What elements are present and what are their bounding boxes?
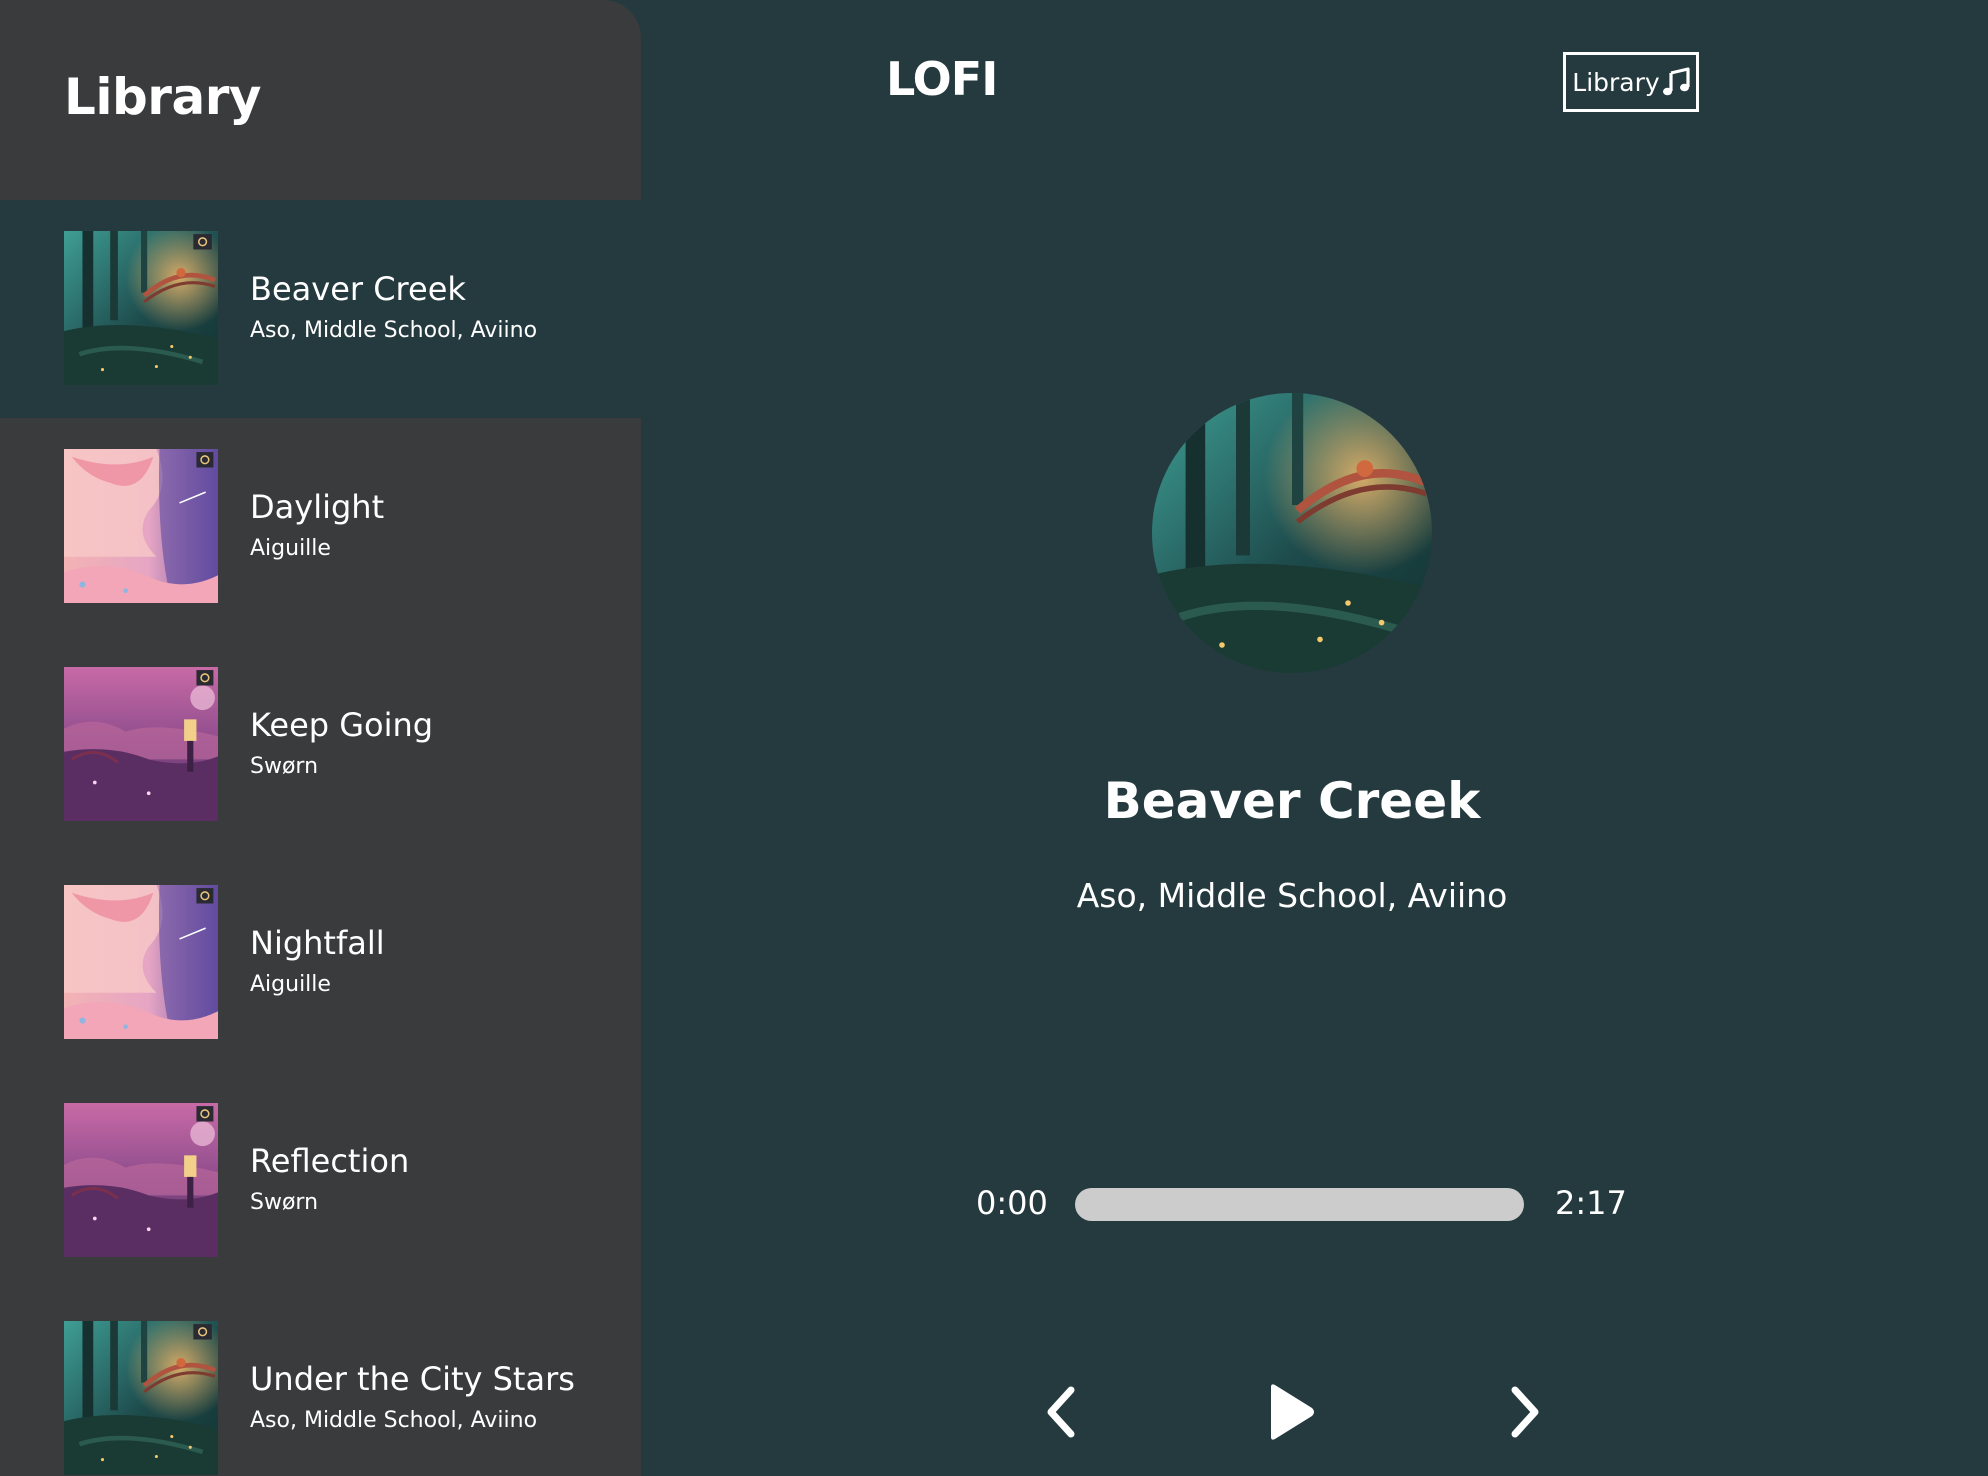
track-name: Keep Going: [250, 706, 434, 744]
library-header: Library: [0, 0, 641, 200]
track-name: Beaver Creek: [250, 270, 466, 308]
album-cover-image: [64, 449, 218, 603]
chevron-right-icon: [1505, 1384, 1545, 1440]
progress-bar[interactable]: [1075, 1188, 1524, 1221]
track-artist: Aso, Middle School, Aviino: [250, 1408, 538, 1433]
total-time: 2:17: [1555, 1184, 1627, 1222]
previous-track-button[interactable]: [1031, 1382, 1091, 1442]
now-playing-album-art: [1152, 393, 1432, 673]
album-cover-image: [64, 1321, 218, 1475]
track-artist: Aso, Middle School, Aviino: [250, 318, 538, 343]
track-name: Reflection: [250, 1142, 410, 1180]
app-title: LOFI: [886, 52, 998, 106]
track-name: Daylight: [250, 488, 385, 526]
library-toggle-button[interactable]: Library: [1563, 52, 1699, 112]
album-cover-image: [64, 1103, 218, 1257]
track-artist: Swørn: [250, 1190, 319, 1215]
library-title: Library: [64, 68, 261, 126]
album-cover-image: [64, 231, 218, 385]
music-note-icon: [1662, 67, 1690, 97]
now-playing-title: Beaver Creek: [1103, 772, 1481, 830]
track-artist: Aiguille: [250, 536, 331, 561]
track-artist: Aiguille: [250, 972, 331, 997]
library-sidebar: Library Beaver Creek Aso, Middle School,…: [0, 0, 641, 1476]
track-name: Nightfall: [250, 924, 385, 962]
library-button-label: Library: [1572, 67, 1660, 97]
library-track-item[interactable]: Under the City Stars Aso, Middle School,…: [0, 1290, 641, 1476]
library-track-item[interactable]: Reflection Swørn: [0, 1072, 641, 1290]
track-list: Beaver Creek Aso, Middle School, Aviino: [0, 200, 641, 1476]
next-track-button[interactable]: [1495, 1382, 1555, 1442]
current-time: 0:00: [976, 1184, 1048, 1222]
library-track-item[interactable]: Daylight Aiguille: [0, 418, 641, 636]
track-name: Under the City Stars: [250, 1360, 575, 1398]
chevron-left-icon: [1041, 1384, 1081, 1440]
library-track-item[interactable]: Beaver Creek Aso, Middle School, Aviino: [0, 200, 641, 418]
play-button[interactable]: [1260, 1382, 1320, 1442]
play-icon: [1263, 1382, 1317, 1442]
music-player-app: Library Beaver Creek Aso, Middle School,…: [0, 0, 1988, 1476]
now-playing-artist: Aso, Middle School, Aviino: [1076, 876, 1508, 915]
